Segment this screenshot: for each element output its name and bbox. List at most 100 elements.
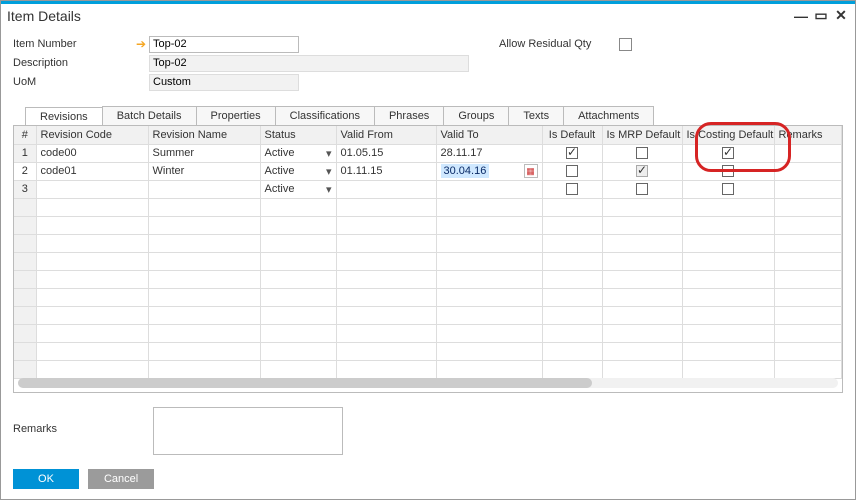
checkbox-icon[interactable] bbox=[566, 183, 578, 195]
grid-header-row: # Revision Code Revision Name Status Val… bbox=[14, 126, 842, 144]
tab-attachments[interactable]: Attachments bbox=[563, 106, 654, 125]
cell-valid-to-value[interactable]: 30.04.16 bbox=[441, 164, 490, 178]
cell-remarks[interactable] bbox=[774, 144, 842, 162]
titlebar: Item Details — ▭ ✕ bbox=[1, 1, 855, 27]
horizontal-scrollbar[interactable] bbox=[18, 378, 838, 388]
checkbox-icon[interactable] bbox=[566, 165, 578, 177]
checkbox-icon[interactable] bbox=[722, 165, 734, 177]
row-number: 2 bbox=[14, 162, 36, 180]
table-row[interactable]: 1 code00 Summer Active▾ 01.05.15 28.11.1… bbox=[14, 144, 842, 162]
remarks-label: Remarks bbox=[13, 407, 153, 435]
table-row[interactable] bbox=[14, 324, 842, 342]
table-row[interactable] bbox=[14, 216, 842, 234]
cell-rev-name[interactable] bbox=[148, 180, 260, 198]
tab-batch-details[interactable]: Batch Details bbox=[102, 106, 197, 125]
cell-rev-code[interactable]: code00 bbox=[36, 144, 148, 162]
table-row[interactable]: 2 code01 Winter Active▾ 01.11.15 30.04.1… bbox=[14, 162, 842, 180]
cell-is-mrp-default[interactable] bbox=[602, 144, 682, 162]
row-number: 1 bbox=[14, 144, 36, 162]
description-input bbox=[149, 55, 469, 72]
cell-is-costing-default[interactable] bbox=[682, 144, 774, 162]
table-row[interactable] bbox=[14, 360, 842, 378]
cell-is-default[interactable] bbox=[542, 162, 602, 180]
uom-label: UoM bbox=[13, 76, 133, 88]
tab-texts[interactable]: Texts bbox=[508, 106, 564, 125]
ok-button[interactable]: OK bbox=[13, 469, 79, 489]
tab-groups[interactable]: Groups bbox=[443, 106, 509, 125]
cell-is-mrp-default[interactable] bbox=[602, 180, 682, 198]
cell-remarks[interactable] bbox=[774, 180, 842, 198]
window-title: Item Details bbox=[7, 8, 789, 24]
allow-residual-checkbox[interactable] bbox=[619, 38, 632, 51]
cell-rev-name[interactable]: Winter bbox=[148, 162, 260, 180]
table-row[interactable]: 3 Active▾ bbox=[14, 180, 842, 198]
tab-properties[interactable]: Properties bbox=[196, 106, 276, 125]
remarks-area: Remarks bbox=[13, 407, 843, 455]
allow-residual-label: Allow Residual Qty bbox=[499, 38, 619, 50]
button-bar: OK Cancel bbox=[13, 469, 160, 489]
tabstrip: Revisions Batch Details Properties Class… bbox=[25, 106, 843, 125]
col-rev-code[interactable]: Revision Code bbox=[36, 126, 148, 144]
cell-valid-from[interactable]: 01.05.15 bbox=[336, 144, 436, 162]
cell-rev-code[interactable]: code01 bbox=[36, 162, 148, 180]
maximize-icon[interactable]: ▭ bbox=[813, 8, 829, 24]
col-is-default[interactable]: Is Default bbox=[542, 126, 602, 144]
chevron-down-icon[interactable]: ▾ bbox=[326, 183, 332, 196]
col-remarks[interactable]: Remarks bbox=[774, 126, 842, 144]
form-area: Item Number ➔ Allow Residual Qty Descrip… bbox=[1, 27, 855, 96]
cell-is-default[interactable] bbox=[542, 144, 602, 162]
col-is-mrp-default[interactable]: Is MRP Default bbox=[602, 126, 682, 144]
cancel-button[interactable]: Cancel bbox=[88, 469, 154, 489]
cell-remarks[interactable] bbox=[774, 162, 842, 180]
uom-input bbox=[149, 74, 299, 91]
checkbox-icon[interactable] bbox=[636, 147, 648, 159]
chevron-down-icon[interactable]: ▾ bbox=[326, 165, 332, 178]
tab-revisions[interactable]: Revisions bbox=[25, 107, 103, 126]
col-rev-name[interactable]: Revision Name bbox=[148, 126, 260, 144]
col-status[interactable]: Status bbox=[260, 126, 336, 144]
table-row[interactable] bbox=[14, 306, 842, 324]
minimize-icon[interactable]: — bbox=[793, 8, 809, 24]
col-valid-from[interactable]: Valid From bbox=[336, 126, 436, 144]
revisions-grid: # Revision Code Revision Name Status Val… bbox=[13, 125, 843, 393]
table-row[interactable] bbox=[14, 252, 842, 270]
checkbox-icon[interactable] bbox=[566, 147, 578, 159]
cell-is-default[interactable] bbox=[542, 180, 602, 198]
table-row[interactable] bbox=[14, 342, 842, 360]
calendar-icon[interactable]: ▦ bbox=[524, 164, 538, 178]
cell-is-costing-default[interactable] bbox=[682, 180, 774, 198]
link-arrow-icon[interactable]: ➔ bbox=[133, 37, 149, 51]
checkbox-icon[interactable] bbox=[636, 183, 648, 195]
cell-rev-name[interactable]: Summer bbox=[148, 144, 260, 162]
cell-status[interactable]: Active▾ bbox=[260, 180, 336, 198]
cell-valid-to[interactable] bbox=[436, 180, 542, 198]
cell-status[interactable]: Active▾ bbox=[260, 144, 336, 162]
cell-valid-to[interactable]: 30.04.16 ▦ bbox=[436, 162, 542, 180]
table-row[interactable] bbox=[14, 288, 842, 306]
cell-valid-to[interactable]: 28.11.17 bbox=[436, 144, 542, 162]
cell-is-mrp-default[interactable] bbox=[602, 162, 682, 180]
cell-valid-from[interactable] bbox=[336, 180, 436, 198]
row-number: 3 bbox=[14, 180, 36, 198]
cell-status[interactable]: Active▾ bbox=[260, 162, 336, 180]
chevron-down-icon[interactable]: ▾ bbox=[326, 147, 332, 160]
checkbox-icon[interactable] bbox=[722, 147, 734, 159]
close-icon[interactable]: ✕ bbox=[833, 8, 849, 24]
checkbox-icon bbox=[636, 165, 648, 177]
col-num[interactable]: # bbox=[14, 126, 36, 144]
description-label: Description bbox=[13, 57, 133, 69]
cell-rev-code[interactable] bbox=[36, 180, 148, 198]
table-row[interactable] bbox=[14, 198, 842, 216]
col-is-costing-default[interactable]: Is Costing Default bbox=[682, 126, 774, 144]
cell-valid-from[interactable]: 01.11.15 bbox=[336, 162, 436, 180]
remarks-textarea[interactable] bbox=[153, 407, 343, 455]
checkbox-icon[interactable] bbox=[722, 183, 734, 195]
table-row[interactable] bbox=[14, 270, 842, 288]
item-number-label: Item Number bbox=[13, 38, 133, 50]
tab-phrases[interactable]: Phrases bbox=[374, 106, 444, 125]
cell-is-costing-default[interactable] bbox=[682, 162, 774, 180]
item-number-input[interactable] bbox=[149, 36, 299, 53]
tab-classifications[interactable]: Classifications bbox=[275, 106, 375, 125]
table-row[interactable] bbox=[14, 234, 842, 252]
col-valid-to[interactable]: Valid To bbox=[436, 126, 542, 144]
